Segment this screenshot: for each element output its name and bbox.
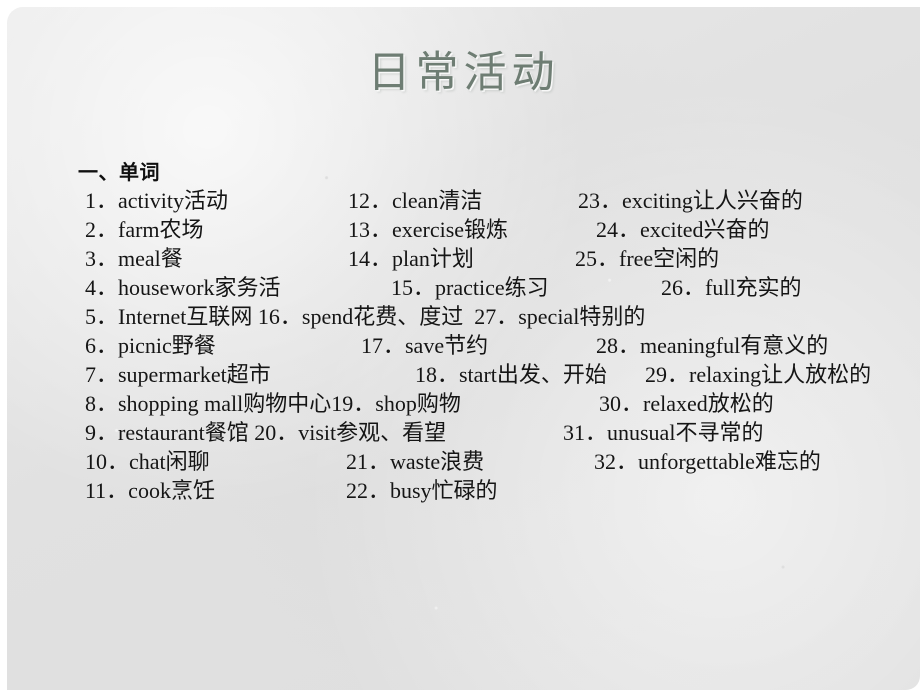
section-heading-words: 一、单词 bbox=[78, 160, 160, 184]
vocabulary-entry: 1．activity活动 bbox=[85, 188, 228, 213]
vocabulary-entry: 31．unusual不寻常的 bbox=[563, 420, 764, 445]
vocabulary-entry: 22．busy忙碌的 bbox=[346, 478, 498, 503]
vocabulary-entry: 6．picnic野餐 bbox=[85, 333, 216, 358]
vocabulary-line: 6．picnic野餐 17．save节约 28．meaningful有意义的 bbox=[78, 331, 920, 360]
vocabulary-entry: 28．meaningful有意义的 bbox=[596, 333, 829, 358]
vocabulary-line: 11．cook烹饪 22．busy忙碌的 bbox=[78, 476, 920, 505]
vocabulary-entry: 29．relaxing让人放松的 bbox=[645, 362, 872, 387]
vocabulary-entry: 25．free空闲的 bbox=[575, 246, 720, 271]
vocabulary-entry: 26．full充实的 bbox=[661, 275, 802, 300]
vocabulary-content: 一、单词 1．activity活动 12．clean清洁 23．exciting让人… bbox=[78, 159, 920, 505]
vocabulary-list: 1．activity活动 12．clean清洁 23．exciting让人兴奋的 2．… bbox=[78, 186, 920, 505]
vocabulary-line: 10．chat闲聊 21．waste浪费 32．unforgettable难忘的 bbox=[78, 447, 920, 476]
page-title: 日常活动 bbox=[367, 48, 560, 98]
vocabulary-entry: 4．housework家务活 bbox=[85, 275, 281, 300]
vocabulary-line: 8．shopping mall购物中心19．shop购物 30．relaxed放松… bbox=[78, 389, 920, 418]
vocabulary-entry: 23．exciting让人兴奋的 bbox=[578, 188, 803, 213]
vocabulary-entry: 21．waste浪费 bbox=[346, 449, 485, 474]
vocabulary-entry: 11．cook烹饪 bbox=[85, 478, 215, 503]
vocabulary-entry: 15．practice练习 bbox=[391, 275, 549, 300]
vocabulary-entry: 7．supermarket超市 bbox=[85, 362, 271, 387]
vocabulary-entry: 30．relaxed放松的 bbox=[599, 391, 774, 416]
vocabulary-entry: 3．meal餐 bbox=[85, 246, 183, 271]
vocabulary-entry: 17．save节约 bbox=[361, 333, 489, 358]
slide-root: 日常活动 一、单词 1．activity活动 12．clean清洁 23．excit… bbox=[0, 0, 920, 690]
vocabulary-line: 7．supermarket超市 18．start出发、开始 29．relaxing让… bbox=[78, 360, 920, 389]
vocabulary-entry: 13．exercise锻炼 bbox=[348, 217, 509, 242]
vocabulary-line: 9．restaurant餐馆 20．visit参观、看望 31．unusual不寻… bbox=[78, 418, 920, 447]
vocabulary-line: 5．Internet互联网 16．spend花费、度过 27．special特别… bbox=[78, 302, 920, 331]
vocabulary-entry: 18．start出发、开始 bbox=[415, 362, 607, 387]
slide-surface: 日常活动 一、单词 1．activity活动 12．clean清洁 23．excit… bbox=[7, 7, 920, 690]
vocabulary-line: 2．farm农场 13．exercise锻炼 24．excited兴奋的 bbox=[78, 215, 920, 244]
vocabulary-line: 1．activity活动 12．clean清洁 23．exciting让人兴奋的 bbox=[78, 186, 920, 215]
vocabulary-entry: 10．chat闲聊 bbox=[85, 449, 210, 474]
vocabulary-line: 3．meal餐 14．plan计划 25．free空闲的 bbox=[78, 244, 920, 273]
vocabulary-line: 4．housework家务活 15．practice练习 26．full充实的 bbox=[78, 273, 920, 302]
vocabulary-entry: 5．Internet互联网 16．spend花费、度过 27．special特别… bbox=[85, 304, 646, 329]
vocabulary-entry: 24．excited兴奋的 bbox=[596, 217, 770, 242]
vocabulary-entry: 2．farm农场 bbox=[85, 217, 204, 242]
vocabulary-entry: 9．restaurant餐馆 20．visit参观、看望 bbox=[85, 420, 447, 445]
vocabulary-entry: 12．clean清洁 bbox=[348, 188, 483, 213]
vocabulary-entry: 8．shopping mall购物中心19．shop购物 bbox=[85, 391, 461, 416]
vocabulary-entry: 32．unforgettable难忘的 bbox=[594, 449, 821, 474]
vocabulary-entry: 14．plan计划 bbox=[348, 246, 474, 271]
